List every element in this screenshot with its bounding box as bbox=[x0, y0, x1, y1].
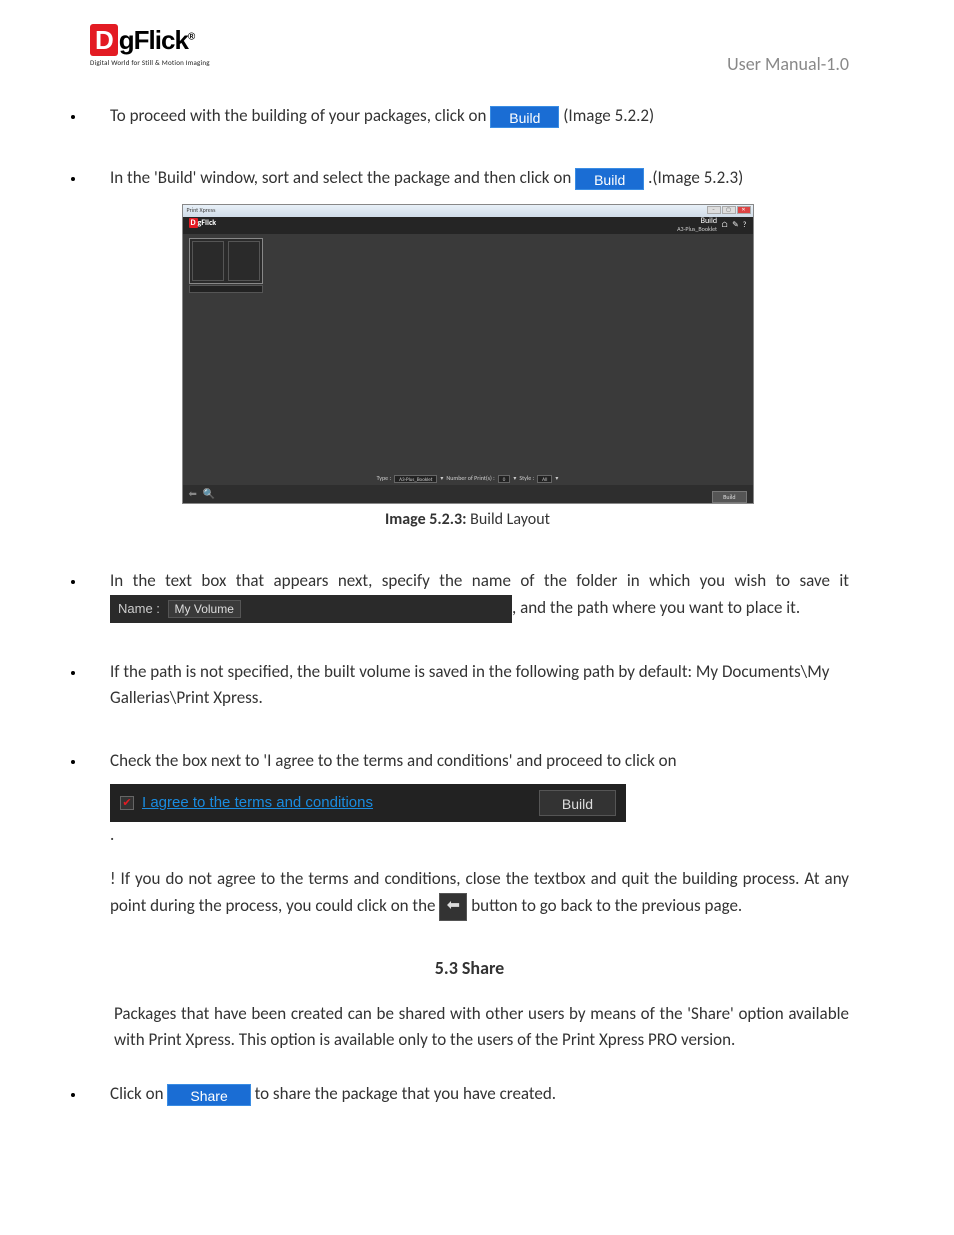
home-icon[interactable]: ⌂ bbox=[721, 219, 728, 231]
thumbnail-area bbox=[189, 238, 263, 293]
filter-style-select[interactable]: All bbox=[537, 475, 552, 483]
header-mode-label: Build bbox=[677, 217, 717, 225]
bullet-1-post: (Image 5.2.2) bbox=[563, 105, 654, 126]
caption-text: Build Layout bbox=[467, 510, 550, 529]
zoom-icon[interactable]: 🔍 bbox=[203, 486, 215, 502]
maximize-icon[interactable]: ▢ bbox=[722, 206, 736, 214]
bullet-6-post: to share the package that you have creat… bbox=[255, 1083, 557, 1104]
name-label: Name : bbox=[118, 601, 160, 616]
page-thumbnail[interactable] bbox=[189, 238, 263, 284]
window-titlebar: Print Xpress – ▢ ✕ bbox=[183, 205, 753, 217]
bullet-5-pre: Check the box next to 'I agree to the te… bbox=[110, 750, 677, 771]
app-logo: DgFlick bbox=[189, 218, 217, 228]
chevron-down-icon[interactable]: ▾ bbox=[555, 474, 558, 483]
logo-block: DgFlick® Digital World for Still & Motio… bbox=[90, 25, 210, 67]
app-header-right: Build A3-Plus_Booklet ⌂ ✎ ? bbox=[677, 217, 746, 234]
window-buttons: – ▢ ✕ bbox=[707, 206, 751, 214]
bullet-5: Check the box next to 'I agree to the te… bbox=[86, 748, 849, 921]
logo: DgFlick® bbox=[90, 25, 210, 56]
thumb-right bbox=[228, 241, 260, 281]
help-icon[interactable]: ? bbox=[743, 219, 747, 231]
share-button[interactable]: Share bbox=[167, 1084, 250, 1106]
build-button-2[interactable]: Build bbox=[575, 168, 644, 190]
bullet-1-pre: To proceed with the building of your pac… bbox=[110, 105, 490, 126]
bullet-2-pre: In the 'Build' window, sort and select t… bbox=[110, 167, 571, 188]
bullet-2: In the 'Build' window, sort and select t… bbox=[86, 165, 849, 532]
page-header: DgFlick® Digital World for Still & Motio… bbox=[90, 25, 849, 75]
logo-text: gFlick bbox=[119, 25, 188, 55]
app-body bbox=[183, 234, 753, 485]
bullet-4: If the path is not specified, the built … bbox=[86, 659, 849, 712]
filter-bar: Type : A3-Plus_Booklet ▾ Number of Print… bbox=[183, 473, 753, 485]
header-mode-sub: A3-Plus_Booklet bbox=[677, 225, 717, 234]
name-textbox[interactable]: Name : My Volume bbox=[110, 595, 512, 623]
minimize-icon[interactable]: – bbox=[707, 206, 721, 214]
screenshot-caption: Image 5.2.3: Build Layout bbox=[86, 508, 849, 533]
manual-title: User Manual-1.0 bbox=[727, 53, 849, 75]
terms-build-button[interactable]: Build bbox=[539, 790, 616, 816]
chevron-down-icon[interactable]: ▾ bbox=[440, 474, 443, 483]
bullet-3-post: , and the path where you want to place i… bbox=[512, 597, 800, 618]
logo-d-icon: D bbox=[90, 24, 118, 56]
tool-icon[interactable]: ✎ bbox=[732, 219, 739, 231]
thumbnail-label bbox=[189, 285, 263, 293]
filter-num-select[interactable]: 0 bbox=[498, 475, 511, 483]
window-title: Print Xpress bbox=[187, 206, 216, 215]
terms-checkbox[interactable]: ✔ bbox=[120, 796, 134, 810]
app-header-bar: DgFlick Print Xpress PRO Build A3-Plus_B… bbox=[183, 217, 753, 234]
filter-style-label: Style : bbox=[519, 474, 534, 483]
back-arrow-icon[interactable]: ⬅ bbox=[189, 486, 197, 502]
bullet-3: In the text box that appears next, speci… bbox=[86, 568, 849, 622]
chevron-down-icon[interactable]: ▾ bbox=[513, 474, 516, 483]
filter-num-label: Number of Print(s) : bbox=[446, 474, 494, 483]
terms-bar: ✔ I agree to the terms and conditions Bu… bbox=[110, 784, 626, 822]
section-paragraph: Packages that have been created can be s… bbox=[114, 1001, 849, 1054]
bullet-6: Click on Share to share the package that… bbox=[86, 1081, 849, 1107]
bullet-3-pre: In the text box that appears next, speci… bbox=[110, 570, 849, 591]
section-heading: 5.3 Share bbox=[90, 957, 849, 979]
logo-tm: ® bbox=[188, 31, 194, 42]
footer-build-button[interactable]: Build bbox=[712, 491, 746, 503]
bullet-5-period: . bbox=[110, 824, 114, 845]
terms-link[interactable]: I agree to the terms and conditions bbox=[142, 791, 373, 814]
name-value[interactable]: My Volume bbox=[168, 600, 241, 618]
back-icon[interactable]: ⬅ bbox=[439, 893, 467, 921]
bullet-2-post: .(Image 5.2.3) bbox=[648, 167, 743, 188]
logo-tagline: Digital World for Still & Motion Imaging bbox=[90, 58, 210, 67]
note-line-post: button to go back to the previous page. bbox=[471, 895, 742, 916]
close-icon[interactable]: ✕ bbox=[737, 206, 751, 214]
app-footer: ⬅ 🔍 Build bbox=[183, 485, 753, 503]
bullet-6-pre: Click on bbox=[110, 1083, 167, 1104]
bullet-1: To proceed with the building of your pac… bbox=[86, 103, 849, 129]
filter-type-label: Type : bbox=[377, 474, 391, 483]
thumb-left bbox=[192, 241, 224, 281]
filter-type-select[interactable]: A3-Plus_Booklet bbox=[394, 475, 437, 483]
build-button[interactable]: Build bbox=[490, 106, 559, 128]
caption-label: Image 5.2.3: bbox=[385, 510, 467, 529]
screenshot-build-layout: Print Xpress – ▢ ✕ DgFlick Print Xpress … bbox=[182, 204, 754, 504]
